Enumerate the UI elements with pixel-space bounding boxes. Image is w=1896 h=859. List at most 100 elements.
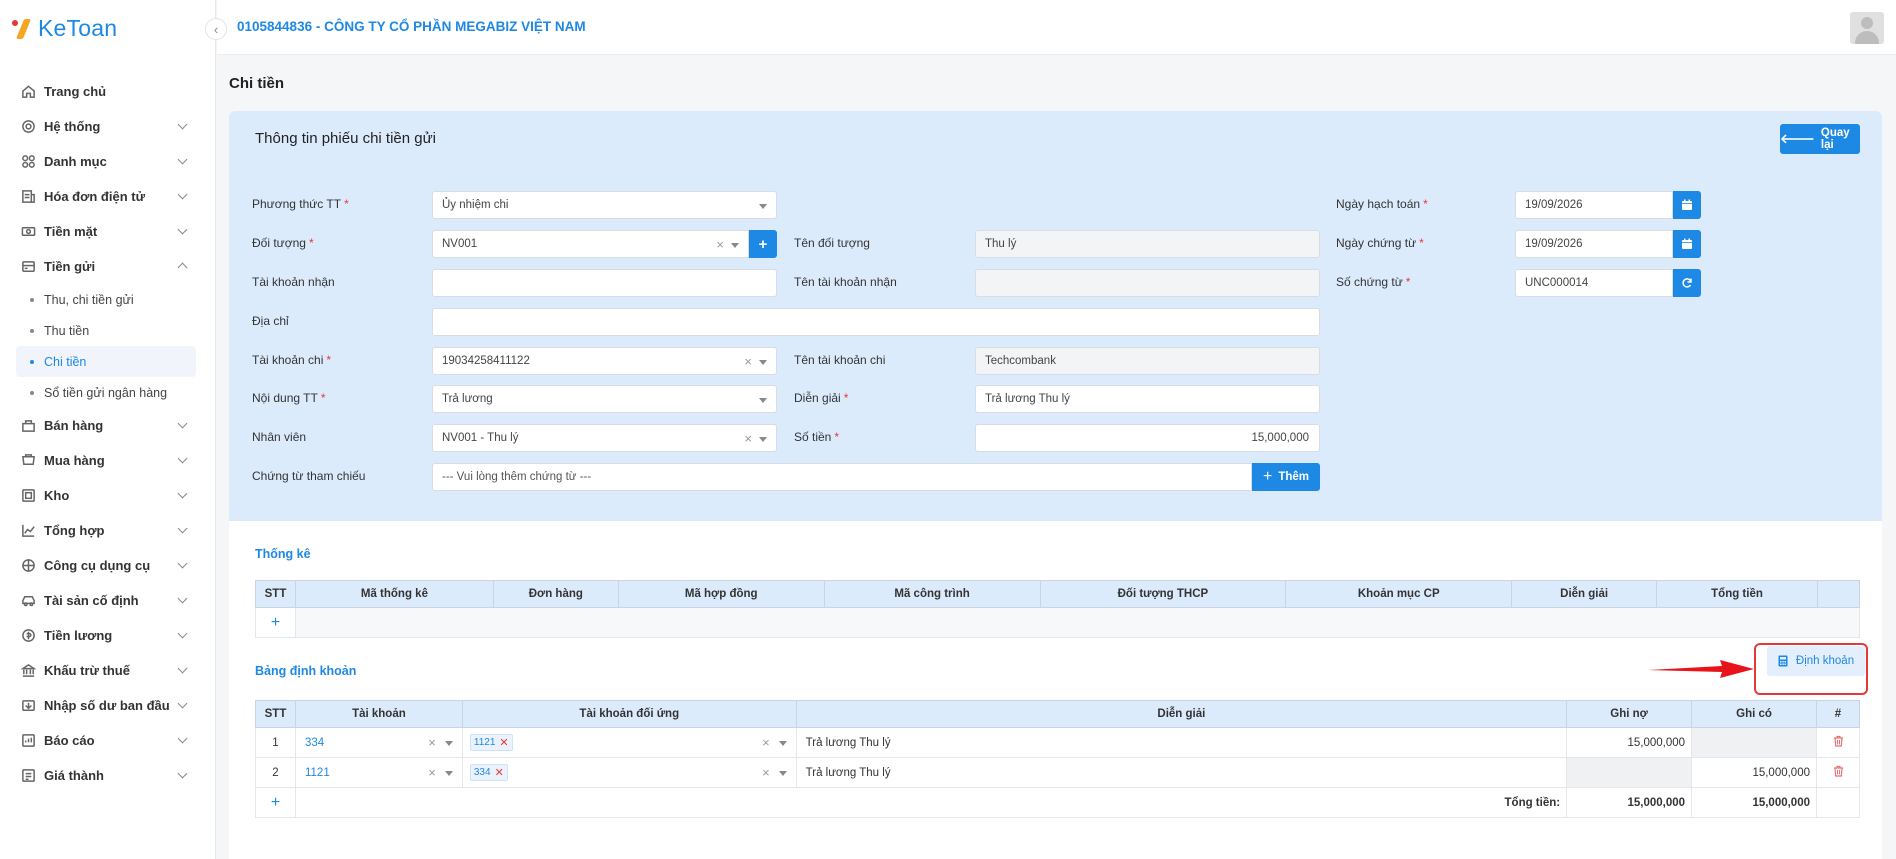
- stt-cell: 2: [255, 757, 296, 788]
- ngay-chung-tu-input[interactable]: 19/09/2026: [1515, 230, 1673, 258]
- sidebar-item-label: Tài sản cố định: [44, 593, 139, 608]
- phuong-thuc-select[interactable]: Ủy nhiệm chi: [432, 191, 777, 219]
- dien-giai-cell[interactable]: Trả lương Thu lý: [795, 757, 1568, 788]
- sidebar-item-tien-mat[interactable]: Tiền mặt: [0, 214, 216, 249]
- sidebar-subitem-so-tien-gui[interactable]: Sổ tiền gửi ngân hàng: [16, 377, 196, 408]
- phuong-thuc-label: Phương thức TT *: [252, 197, 349, 211]
- clear-icon[interactable]: ×: [744, 431, 752, 446]
- calendar-button[interactable]: [1673, 230, 1701, 258]
- chevron-down-icon: [177, 488, 188, 499]
- empty-row: [294, 607, 1861, 638]
- them-chung-tu-button[interactable]: + Thêm: [1252, 463, 1320, 491]
- refresh-icon: [1682, 278, 1692, 288]
- clear-icon[interactable]: ×: [716, 237, 724, 252]
- noi-dung-select[interactable]: Trả lương: [432, 385, 777, 413]
- import-icon: [20, 698, 36, 714]
- dien-giai-input[interactable]: Trả lương Thu lý: [975, 385, 1320, 413]
- company-name[interactable]: 0105844836 - CÔNG TY CỔ PHẦN MEGABIZ VIỆ…: [237, 19, 586, 34]
- back-button[interactable]: 🡐 Quay lại: [1780, 124, 1860, 154]
- nhan-vien-select[interactable]: NV001 - Thu lý ×: [432, 424, 777, 452]
- sidebar-item-cong-cu[interactable]: Công cụ dụng cụ: [0, 548, 216, 583]
- delete-row-button[interactable]: [1816, 727, 1860, 758]
- tk-doi-ung-select[interactable]: 334 ✕ ×: [461, 757, 797, 788]
- brand-logo[interactable]: KeToan: [12, 14, 117, 42]
- so-tien-input[interactable]: 15,000,000: [975, 424, 1320, 452]
- sidebar-subitem-thu-chi[interactable]: Thu, chi tiền gửi: [16, 284, 196, 315]
- remove-tag-icon[interactable]: ✕: [495, 766, 504, 779]
- add-row-button[interactable]: +: [255, 607, 296, 638]
- sidebar-item-tien-luong[interactable]: Tiền lương: [0, 618, 216, 653]
- tk-doi-ung-select[interactable]: 1121 ✕ ×: [461, 727, 797, 758]
- avatar[interactable]: [1850, 12, 1884, 44]
- ten-doi-tuong-input[interactable]: Thu lý: [975, 230, 1320, 258]
- clear-icon[interactable]: ×: [744, 354, 752, 369]
- chevron-up-icon: [177, 262, 188, 273]
- dia-chi-input[interactable]: [432, 308, 1320, 336]
- sidebar-item-tong-hop[interactable]: Tổng hợp: [0, 513, 216, 548]
- so-chung-tu-input[interactable]: UNC000014: [1515, 269, 1673, 297]
- sidebar-item-trang-chu[interactable]: Trang chủ: [0, 74, 216, 109]
- column-header: #: [1816, 700, 1860, 728]
- price-icon: [20, 768, 36, 784]
- add-doi-tuong-button[interactable]: +: [749, 230, 777, 258]
- sidebar-item-nhap-so-du[interactable]: Nhập số dư ban đầu: [0, 688, 216, 723]
- clear-icon[interactable]: ×: [428, 765, 436, 780]
- sidebar-collapse-button[interactable]: ‹: [205, 18, 227, 40]
- dien-giai-cell[interactable]: Trả lương Thu lý: [795, 727, 1568, 758]
- ghi-co-cell[interactable]: 15,000,000: [1691, 757, 1817, 788]
- tai-khoan-select[interactable]: 1121 ×: [294, 757, 463, 788]
- trash-icon: [1833, 735, 1843, 747]
- sidebar-item-tai-san[interactable]: Tài sản cố định: [0, 583, 216, 618]
- tai-khoan-select[interactable]: 334 ×: [294, 727, 463, 758]
- chung-tu-input[interactable]: --- Vui lòng thêm chứng từ ---: [432, 463, 1252, 491]
- chevron-down-icon: [177, 698, 188, 709]
- chevron-down-icon: [177, 453, 188, 464]
- clear-icon[interactable]: ×: [762, 765, 770, 780]
- sidebar-subitem-thu-tien[interactable]: Thu tiền: [16, 315, 196, 346]
- doi-tuong-select[interactable]: NV001 ×: [432, 230, 749, 258]
- ngay-hach-toan-input[interactable]: 19/09/2026: [1515, 191, 1673, 219]
- sidebar-item-kho[interactable]: Kho: [0, 478, 216, 513]
- chart-icon: [20, 523, 36, 539]
- sidebar-item-label: Tiền gửi: [44, 259, 96, 274]
- sidebar-item-ban-hang[interactable]: Bán hàng: [0, 408, 216, 443]
- sidebar-item-bao-cao[interactable]: Báo cáo: [0, 723, 216, 758]
- logo-icon: [12, 16, 34, 40]
- ten-tk-nhan-input[interactable]: [975, 269, 1320, 297]
- calendar-icon: [1682, 238, 1692, 249]
- ghi-no-cell[interactable]: 15,000,000: [1566, 727, 1693, 758]
- delete-row-button[interactable]: [1816, 757, 1860, 788]
- sidebar-item-danh-muc[interactable]: Danh mục: [0, 144, 216, 179]
- ghi-no-cell[interactable]: [1566, 757, 1693, 788]
- red-arrow-icon: [1648, 660, 1754, 678]
- ngay-hach-toan-label: Ngày hạch toán *: [1336, 197, 1428, 211]
- sidebar-item-he-thong[interactable]: Hệ thống: [0, 109, 216, 144]
- sidebar-item-label: Kho: [44, 488, 70, 503]
- sidebar: KeToan Trang chủ Hệ thống Danh mục Hóa đ…: [0, 0, 216, 859]
- warehouse-icon: [20, 488, 36, 504]
- caret-down-icon: [759, 398, 767, 403]
- sidebar-subitem-chi-tien[interactable]: Chi tiền: [16, 346, 196, 377]
- table-row: 2 1121 × 334 ✕ × Trả lương Thu lý 15,000,00…: [255, 757, 1860, 788]
- sidebar-item-gia-thanh[interactable]: Giá thành: [0, 758, 216, 793]
- sidebar-item-tien-gui[interactable]: Tiền gửi: [0, 249, 216, 284]
- total-label: Tổng tiền:: [294, 787, 1568, 818]
- clear-icon[interactable]: ×: [428, 735, 436, 750]
- column-header: Mã thống kê: [294, 580, 494, 608]
- refresh-button[interactable]: [1673, 269, 1701, 297]
- ghi-co-cell[interactable]: [1691, 727, 1817, 758]
- tk-chi-select[interactable]: 19034258411122 ×: [432, 347, 777, 375]
- remove-tag-icon[interactable]: ✕: [499, 736, 508, 749]
- ten-tk-chi-input[interactable]: Techcombank: [975, 347, 1320, 375]
- chevron-down-icon: [177, 189, 188, 200]
- clear-icon[interactable]: ×: [762, 735, 770, 750]
- column-header: Mã công trình: [823, 580, 1041, 608]
- tk-nhan-input[interactable]: [432, 269, 777, 297]
- add-row-button[interactable]: +: [255, 787, 296, 818]
- sidebar-item-label: Bán hàng: [44, 418, 104, 433]
- sidebar-item-mua-hang[interactable]: Mua hàng: [0, 443, 216, 478]
- calendar-button[interactable]: [1673, 191, 1701, 219]
- caret-down-icon: [759, 437, 767, 442]
- sidebar-item-hoa-don[interactable]: Hóa đơn điện tử: [0, 179, 216, 214]
- sidebar-item-khau-tru-thue[interactable]: Khấu trừ thuế: [0, 653, 216, 688]
